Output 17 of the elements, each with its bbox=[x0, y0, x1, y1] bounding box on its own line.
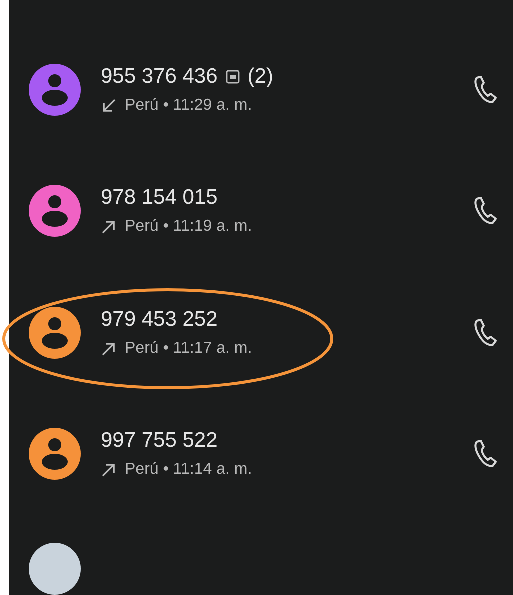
phone-icon[interactable] bbox=[473, 439, 499, 470]
outgoing-arrow-icon bbox=[101, 219, 117, 236]
phone-icon[interactable] bbox=[473, 318, 499, 348]
call-details: Perú • 11:29 a. m. bbox=[125, 96, 252, 115]
call-details: Perú • 11:17 a. m. bbox=[125, 340, 252, 358]
incoming-arrow-icon bbox=[101, 98, 117, 114]
phone-number: 955 376 436 bbox=[101, 64, 218, 89]
phone-icon[interactable] bbox=[473, 74, 499, 105]
call-details: Perú • 11:14 a. m. bbox=[125, 461, 252, 480]
call-details: Perú • 11:19 a. m. bbox=[125, 218, 252, 236]
phone-number: 979 453 252 bbox=[101, 308, 218, 332]
phone-number: 997 755 522 bbox=[101, 429, 218, 454]
outgoing-arrow-icon bbox=[101, 462, 117, 478]
phone-icon[interactable] bbox=[473, 196, 499, 226]
call-count: (2) bbox=[248, 64, 274, 89]
phone-number: 978 154 015 bbox=[101, 186, 218, 210]
outgoing-arrow-icon bbox=[101, 340, 117, 357]
